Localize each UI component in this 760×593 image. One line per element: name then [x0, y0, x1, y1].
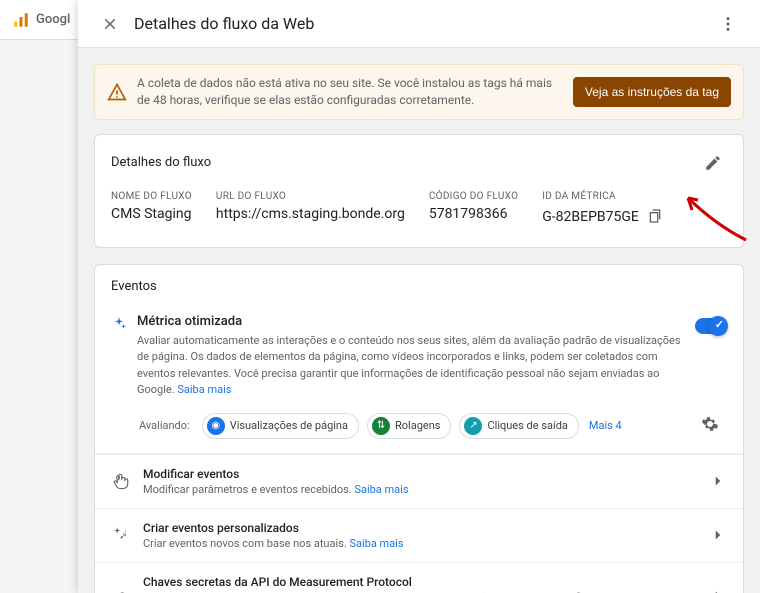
events-heading: Eventos: [95, 265, 743, 308]
hand-touch-icon: [112, 472, 130, 490]
stream-code: CÓDIGO DO FLUXO 5781798366: [429, 191, 518, 229]
more-menu-button[interactable]: [712, 8, 744, 40]
panel-header: Detalhes do fluxo da Web: [78, 0, 760, 48]
sparkle-icon: [111, 316, 127, 332]
more-vert-icon: [719, 15, 737, 33]
modify-events-learn-more[interactable]: Saiba mais: [354, 483, 408, 496]
events-card: Eventos Métrica otimizada Avaliar automa…: [94, 264, 744, 593]
exit-icon: ↗: [464, 417, 482, 435]
chip-outbound: ↗Cliques de saída: [459, 413, 578, 439]
pencil-icon: [704, 154, 722, 172]
enhanced-measurement: Métrica otimizada Avaliar automaticament…: [95, 308, 743, 454]
stream-details-heading: Detalhes do fluxo: [111, 155, 211, 170]
modify-events-row[interactable]: Modificar eventos Modificar parâmetros e…: [95, 454, 743, 508]
measurement-id: ID DA MÉTRICA G-82BEPB75GE: [542, 191, 665, 229]
close-icon: [101, 15, 119, 33]
create-events-learn-more[interactable]: Saiba mais: [349, 537, 403, 550]
create-events-row[interactable]: Criar eventos personalizados Criar event…: [95, 508, 743, 562]
enhanced-settings-button[interactable]: [701, 415, 727, 436]
chip-pageviews: ◉Visualizações de página: [202, 413, 359, 439]
stream-name: NOME DO FLUXO CMS Staging: [111, 191, 192, 229]
warning-icon: [107, 82, 127, 102]
edit-stream-button[interactable]: [699, 149, 727, 177]
sparkle-cursor-icon: [112, 526, 130, 544]
enhanced-measurement-desc: Avaliar automaticamente as interações e …: [137, 333, 685, 399]
close-button[interactable]: [94, 8, 126, 40]
key-icon: [112, 587, 130, 593]
panel-title: Detalhes do fluxo da Web: [134, 14, 712, 33]
detail-panel: Detalhes do fluxo da Web A coleta de dad…: [78, 0, 760, 593]
evaluating-label: Avaliando:: [139, 419, 190, 432]
chevron-right-icon: [709, 587, 727, 593]
copy-measurement-id-button[interactable]: [645, 206, 665, 229]
alert-text: A coleta de dados não está ativa no seu …: [137, 75, 563, 109]
analytics-logo-icon: [12, 11, 30, 29]
stream-url: URL DO FLUXO https://cms.staging.bonde.o…: [216, 191, 405, 229]
backdrop-logo-text: Googl: [36, 12, 70, 27]
scroll-icon: ⇅: [372, 417, 390, 435]
panel-body: A coleta de dados não está ativa no seu …: [78, 48, 760, 593]
stream-details-card: Detalhes do fluxo NOME DO FLUXO CMS Stag…: [94, 134, 744, 248]
data-collection-alert: A coleta de dados não está ativa no seu …: [94, 64, 744, 120]
eye-icon: ◉: [207, 417, 225, 435]
more-chips-link[interactable]: Mais 4: [589, 419, 622, 432]
gear-icon: [701, 415, 719, 433]
chevron-right-icon: [709, 472, 727, 490]
copy-icon: [647, 208, 663, 224]
enhanced-measurement-title: Métrica otimizada: [137, 314, 685, 329]
view-tag-instructions-button[interactable]: Veja as instruções da tag: [573, 77, 731, 107]
enhanced-learn-more-link[interactable]: Saiba mais: [177, 383, 231, 396]
api-secrets-row[interactable]: Chaves secretas da API do Measurement Pr…: [95, 562, 743, 593]
app-backdrop: Googl: [0, 0, 78, 40]
chevron-right-icon: [709, 526, 727, 544]
enhanced-measurement-toggle[interactable]: [695, 318, 727, 334]
chip-scrolls: ⇅Rolagens: [367, 413, 451, 439]
